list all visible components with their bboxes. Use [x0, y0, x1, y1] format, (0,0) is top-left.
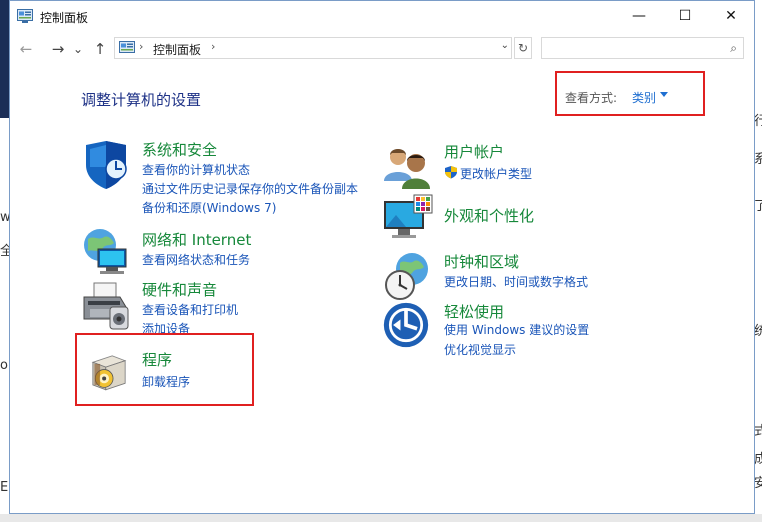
background-text-fragment: E — [0, 480, 9, 495]
background-text-fragment: 行 — [754, 114, 762, 129]
category-link[interactable]: 查看你的计算机状态 — [142, 161, 250, 178]
ease-of-access-icon[interactable] — [382, 301, 430, 349]
category-title[interactable]: 用户帐户 — [444, 141, 504, 162]
background-text-fragment: o — [0, 358, 8, 373]
control-panel-icon — [17, 9, 33, 23]
monitor-icon[interactable] — [382, 193, 434, 245]
background-text-fragment: 了 — [754, 199, 762, 214]
navigation-bar: ← → ⌄ ↑ › 控制面板 › ⌄ ↻ ⌕ — [10, 31, 754, 65]
category-link[interactable]: 更改帐户类型 — [460, 165, 532, 182]
category-link[interactable]: 使用 Windows 建议的设置 — [444, 321, 589, 338]
category-title[interactable]: 硬件和声音 — [142, 279, 217, 300]
category-title[interactable]: 系统和安全 — [142, 139, 217, 160]
refresh-button[interactable]: ↻ — [514, 37, 532, 59]
background-text-fragment: 统 — [754, 324, 762, 339]
background-text-fragment: 系 — [754, 152, 762, 167]
background-text-fragment: 安 — [754, 476, 762, 491]
uac-shield-icon — [445, 166, 457, 179]
recent-locations-icon[interactable]: ⌄ — [68, 40, 88, 58]
breadcrumb-separator-icon[interactable]: › — [211, 40, 215, 53]
minimize-button[interactable]: — — [616, 1, 662, 31]
shield-icon[interactable] — [80, 139, 132, 191]
maximize-button[interactable]: ☐ — [662, 1, 708, 31]
users-icon[interactable] — [382, 141, 434, 193]
title-bar[interactable]: 控制面板 — ☐ ✕ — [10, 1, 754, 31]
window-title: 控制面板 — [40, 11, 89, 25]
page-title: 调整计算机的设置 — [81, 91, 202, 109]
back-arrow-icon[interactable]: ← — [16, 40, 36, 58]
close-button[interactable]: ✕ — [708, 1, 754, 31]
network-icon[interactable] — [80, 225, 132, 277]
category-title[interactable]: 网络和 Internet — [142, 229, 251, 250]
clock-globe-icon[interactable] — [382, 251, 434, 303]
search-input[interactable]: ⌕ — [541, 37, 744, 59]
search-icon: ⌕ — [730, 41, 737, 55]
category-link[interactable]: 备份和还原(Windows 7) — [142, 199, 276, 216]
background-text-fragment: 成 — [754, 452, 762, 467]
control-panel-icon — [119, 41, 135, 53]
breadcrumb-separator-icon[interactable]: › — [139, 40, 143, 53]
chevron-down-icon[interactable]: ⌄ — [501, 40, 509, 51]
background-text-fragment: 式 — [754, 424, 762, 439]
background-bottom-strip — [0, 514, 762, 522]
up-arrow-icon[interactable]: ↑ — [90, 40, 110, 58]
breadcrumb[interactable]: 控制面板 — [153, 41, 201, 58]
category-title[interactable]: 时钟和区域 — [444, 251, 519, 272]
category-link[interactable]: 查看网络状态和任务 — [142, 251, 250, 268]
category-link[interactable]: 通过文件历史记录保存你的文件备份副本 — [142, 180, 358, 197]
category-title[interactable]: 轻松使用 — [444, 301, 504, 322]
printer-icon[interactable] — [80, 279, 132, 331]
category-link[interactable]: 更改日期、时间或数字格式 — [444, 273, 588, 290]
highlight-box-programs — [75, 333, 254, 406]
category-link[interactable]: 优化视觉显示 — [444, 341, 516, 358]
address-bar[interactable]: › 控制面板 › ⌄ — [114, 37, 512, 59]
forward-arrow-icon[interactable]: → — [48, 40, 68, 58]
control-panel-window: 控制面板 — ☐ ✕ ← → ⌄ ↑ › 控制面板 › ⌄ ↻ ⌕ 调整计算机的… — [9, 0, 755, 514]
highlight-box-view-by — [555, 71, 705, 116]
category-link[interactable]: 查看设备和打印机 — [142, 301, 238, 318]
category-title[interactable]: 外观和个性化 — [444, 205, 534, 226]
